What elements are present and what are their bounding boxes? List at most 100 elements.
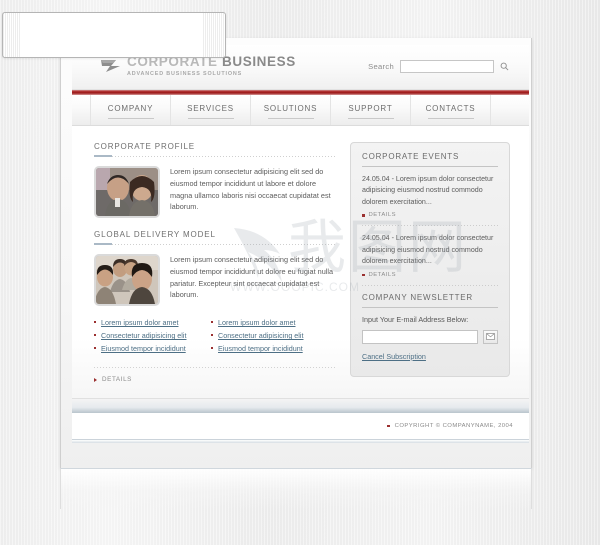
rule-solid [94, 155, 112, 157]
list-item[interactable]: Consectetur adipisicing elit [94, 331, 211, 340]
logo-tagline: ADVANCED BUSINESS SOLUTIONS [127, 70, 243, 77]
link-label[interactable]: Eiusmod tempor incididunt [101, 344, 186, 353]
footer-strip [72, 398, 529, 413]
event-details-link[interactable]: DETAILS [362, 212, 498, 218]
event-text: 24.05.04 - Lorem ipsum dolor consectetur… [362, 174, 498, 208]
site-footer: COPYRIGHT © COMPANYNAME, 2004 [72, 413, 529, 439]
overlay-panel[interactable] [2, 12, 226, 58]
article-body: Lorem ipsum consectetur adipisicing elit… [170, 167, 331, 212]
list-item[interactable]: Lorem ipsum dolor amet [94, 318, 211, 327]
link-column-left: Lorem ipsum dolor amet Consectetur adipi… [94, 318, 211, 357]
details-label: DETAILS [368, 271, 397, 278]
nav-underline [107, 118, 154, 119]
main-column: CORPORATE PROFILE Lorem ipsum consectetu… [94, 142, 350, 398]
bullet-icon [211, 347, 213, 349]
logo-title-strong: BUSINESS [222, 54, 296, 69]
events-divider [362, 225, 498, 227]
newsletter-divider [362, 284, 498, 286]
sidebar-column: CORPORATE EVENTS 24.05.04 - Lorem ipsum … [350, 142, 510, 398]
bullet-icon [362, 273, 365, 277]
nav-underline [187, 118, 234, 119]
arrow-right-icon [94, 377, 97, 382]
section-rule [94, 243, 336, 245]
event-text: 24.05.04 - Lorem ipsum dolor consectetur… [362, 233, 498, 267]
nav-underline [427, 118, 474, 119]
cancel-subscription-link[interactable]: Cancel Subscription [362, 352, 426, 361]
section-global-delivery-model: GLOBAL DELIVERY MODEL Lorem ipsum consec… [94, 230, 336, 306]
nav-item-support[interactable]: SUPPORT [331, 95, 411, 125]
nav-label: SUPPORT [348, 104, 393, 113]
footer-bottom-edge [72, 439, 529, 443]
page-content: CORPORATE PROFILE Lorem ipsum consectetu… [72, 126, 529, 398]
nav-underline [267, 118, 314, 119]
nav-underline [347, 118, 394, 119]
sidebar-panel: CORPORATE EVENTS 24.05.04 - Lorem ipsum … [350, 142, 510, 377]
newsletter-title: COMPANY NEWSLETTER [362, 292, 474, 302]
overlay-panel-inner [21, 18, 203, 52]
website-container: CORPORATE BUSINESS ADVANCED BUSINESS SOL… [72, 45, 529, 443]
link-label[interactable]: Consectetur adipisicing elit [218, 331, 304, 340]
bullet-icon [211, 321, 213, 323]
content-divider [94, 367, 336, 368]
events-rule [362, 166, 498, 167]
event-date: 24.05.04 [362, 175, 390, 183]
bullet-icon [94, 334, 96, 336]
search-input[interactable] [400, 60, 494, 73]
list-item[interactable]: Eiusmod tempor incididunt [94, 344, 211, 353]
event-details-link[interactable]: DETAILS [362, 272, 498, 278]
link-columns: Lorem ipsum dolor amet Consectetur adipi… [94, 318, 336, 357]
bullet-icon [387, 424, 390, 428]
nav-item-services[interactable]: SERVICES [171, 95, 251, 125]
nav-label: CONTACTS [425, 104, 476, 113]
search-area: Search [368, 60, 509, 73]
nav-label: COMPANY [107, 104, 154, 113]
email-field[interactable] [362, 329, 478, 344]
section-rule [94, 155, 336, 157]
event-date: 24.05.04 [362, 234, 390, 243]
details-label: DETAILS [368, 212, 397, 219]
site-logo[interactable]: CORPORATE BUSINESS ADVANCED BUSINESS SOL… [100, 55, 296, 77]
business-couple-photo [94, 166, 160, 218]
bullet-icon [211, 334, 213, 336]
link-column-right: Lorem ipsum dolor amet Consectetur adipi… [211, 318, 328, 357]
main-navigation: COMPANY SERVICES SOLUTIONS SUPPORT CONTA… [72, 95, 529, 126]
article-body: Lorem ipsum consectetur adipisicing elit… [170, 255, 334, 300]
bullet-icon [362, 214, 365, 217]
section-title: GLOBAL DELIVERY MODEL [94, 230, 216, 239]
search-icon[interactable] [500, 62, 509, 71]
newsletter-form [362, 329, 498, 344]
rule-solid [94, 243, 112, 245]
nav-item-company[interactable]: COMPANY [90, 95, 171, 125]
list-item[interactable]: Consectetur adipisicing elit [211, 331, 328, 340]
page-reflection [60, 468, 532, 509]
section-heading: GLOBAL DELIVERY MODEL [94, 230, 336, 245]
copyright: COPYRIGHT © COMPANYNAME, 2004 [387, 423, 513, 429]
details-label: DETAILS [102, 376, 132, 383]
nav-item-contacts[interactable]: CONTACTS [411, 95, 491, 125]
newsletter-prompt: Input Your E-mail Address Below: [362, 314, 469, 324]
section-corporate-profile: CORPORATE PROFILE Lorem ipsum consectetu… [94, 142, 336, 218]
search-label: Search [368, 62, 394, 71]
nav-item-solutions[interactable]: SOLUTIONS [251, 95, 331, 125]
link-label[interactable]: Eiusmod tempor incididunt [218, 344, 303, 353]
newsletter-rule [362, 306, 498, 308]
list-item[interactable]: Lorem ipsum dolor amet [211, 318, 328, 327]
rule-dotted [112, 155, 336, 157]
swoosh-logo-icon [101, 60, 120, 72]
article-block: Lorem ipsum consectetur adipisicing elit… [94, 166, 336, 218]
details-link-main[interactable]: DETAILS [94, 376, 336, 383]
business-group-photo [94, 254, 160, 306]
event-item: 24.05.04 - Lorem ipsum dolor consectetur… [362, 174, 498, 218]
events-title: CORPORATE EVENTS [362, 152, 460, 161]
envelope-icon[interactable] [483, 329, 498, 344]
nav-label: SERVICES [187, 104, 234, 113]
bullet-icon [94, 321, 96, 323]
link-label[interactable]: Consectetur adipisicing elit [101, 331, 187, 340]
link-label[interactable]: Lorem ipsum dolor amet [101, 318, 179, 327]
link-label[interactable]: Lorem ipsum dolor amet [218, 318, 296, 327]
rule-dotted [112, 243, 336, 245]
nav-label: SOLUTIONS [263, 104, 318, 113]
list-item[interactable]: Eiusmod tempor incididunt [211, 344, 328, 353]
event-item: 24.05.04 - Lorem ipsum dolor consectetur… [362, 233, 498, 278]
article-block: Lorem ipsum consectetur adipisicing elit… [94, 254, 336, 306]
